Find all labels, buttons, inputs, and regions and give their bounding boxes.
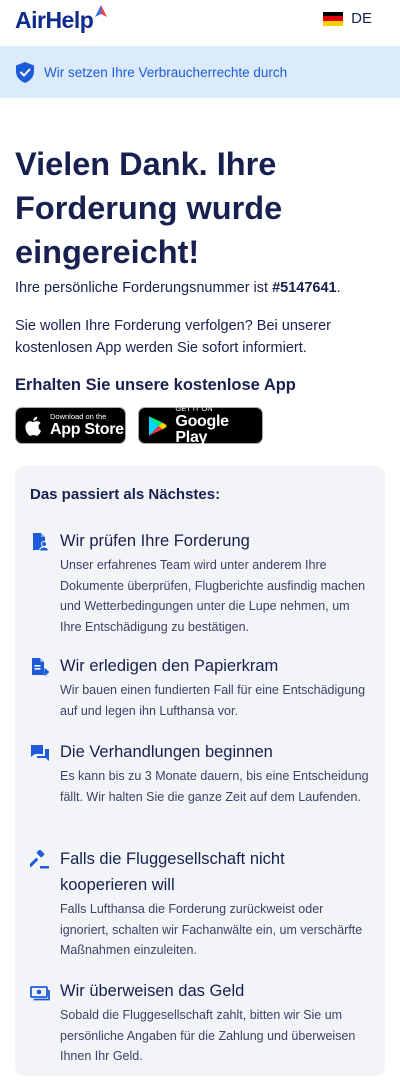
next-steps-card: Das passiert als Nächstes: Wir prüfen Ih… bbox=[15, 466, 385, 1076]
document-person-icon bbox=[33, 533, 50, 552]
shield-check-icon bbox=[16, 61, 34, 83]
logo-mark-icon bbox=[95, 5, 107, 17]
step-title: Wir überweisen das Geld bbox=[60, 982, 245, 1000]
google-play-button[interactable]: GET IT ON Google Play bbox=[138, 404, 263, 446]
claim-suffix: . bbox=[336, 280, 341, 296]
step-description: Falls Lufthansa die Forderung zurückweis… bbox=[60, 902, 363, 957]
google-play-small-text: GET IT ON bbox=[175, 404, 213, 414]
next-steps-heading: Das passiert als Nächstes: bbox=[30, 486, 221, 503]
app-heading: Erhalten Sie unsere kostenlose App bbox=[15, 376, 296, 394]
gavel-icon bbox=[30, 850, 49, 869]
language-selector[interactable]: DE bbox=[323, 10, 372, 27]
consumer-rights-banner: Wir setzen Ihre Verbraucherrechte durch bbox=[0, 46, 400, 98]
step-description: Sobald die Fluggesellschaft zahlt, bitte… bbox=[60, 1008, 356, 1063]
app-store-button[interactable]: Download on the App Store bbox=[15, 407, 126, 444]
app-store-small-text: Download on the bbox=[50, 412, 107, 422]
banner-text: Wir setzen Ihre Verbraucherrechte durch bbox=[44, 64, 288, 80]
step-title: Die Verhandlungen beginnen bbox=[60, 743, 273, 761]
step-description: Es kann bis zu 3 Monate dauern, bis eine… bbox=[60, 769, 369, 804]
money-bill-icon bbox=[30, 986, 50, 1001]
header: AirHelp DE bbox=[0, 0, 400, 40]
document-send-icon bbox=[32, 658, 49, 676]
google-play-icon bbox=[148, 415, 167, 436]
page-title: Vielen Dank. Ihre Forderung wurde einger… bbox=[15, 146, 283, 270]
chat-bubbles-icon bbox=[31, 745, 49, 761]
apple-icon bbox=[25, 416, 41, 436]
step-title: Falls die Fluggesellschaft nicht kooperi… bbox=[60, 850, 285, 894]
step-title: Wir erledigen den Papierkram bbox=[60, 657, 279, 675]
google-play-big-text: Google Play bbox=[175, 412, 229, 446]
language-label: DE bbox=[351, 10, 372, 27]
claim-number: #5147641 bbox=[272, 280, 337, 296]
claim-number-text: Ihre persönliche Forderungsnummer ist #5… bbox=[15, 280, 341, 296]
app-store-big-text: App Store bbox=[50, 420, 124, 438]
step-description: Unser erfahrenes Team wird unter anderem… bbox=[60, 558, 366, 634]
claim-prefix: Ihre persönliche Forderungsnummer ist bbox=[15, 280, 273, 296]
airhelp-logo[interactable]: AirHelp bbox=[15, 7, 94, 34]
step-description: Wir bauen einen fundierten Fall für eine… bbox=[60, 683, 366, 718]
track-claim-text: Sie wollen Ihre Forderung verfolgen? Bei… bbox=[15, 318, 331, 356]
step-title: Wir prüfen Ihre Forderung bbox=[60, 532, 250, 550]
germany-flag-icon bbox=[323, 11, 344, 26]
